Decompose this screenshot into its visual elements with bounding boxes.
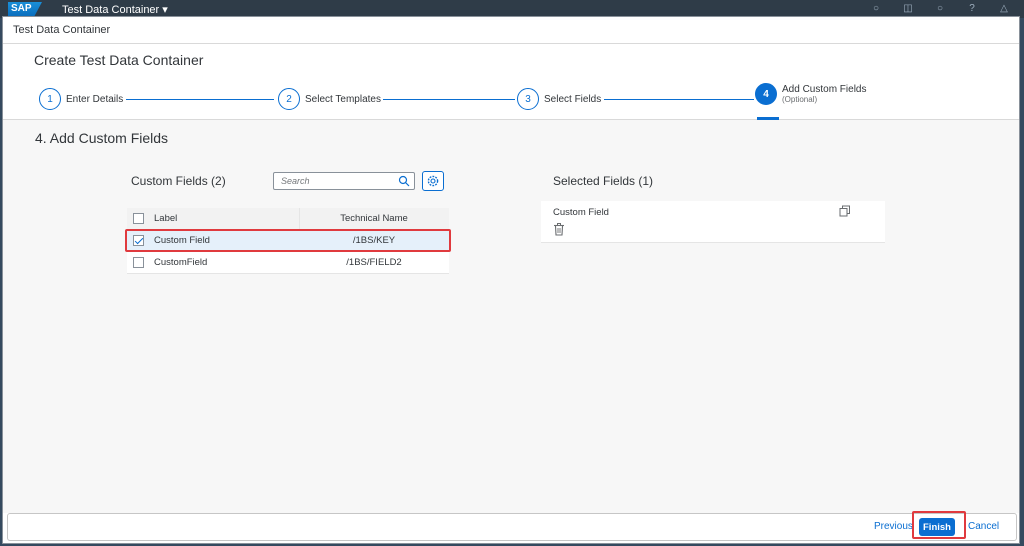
selected-fields-list: Custom Field <box>541 201 885 243</box>
search-input[interactable]: Search <box>273 172 415 190</box>
step-number: 1 <box>39 88 61 110</box>
bell-icon[interactable]: △ <box>998 3 1010 14</box>
cancel-button[interactable]: Cancel <box>968 521 999 532</box>
search-placeholder: Search <box>281 176 310 186</box>
copy-icon[interactable] <box>839 205 851 217</box>
table-header-row: Label Technical Name <box>127 208 449 230</box>
help-icon[interactable]: ○ <box>934 3 946 14</box>
previous-button[interactable]: Previous <box>874 521 913 532</box>
step-label: Select Fields <box>544 93 602 105</box>
row-checkbox[interactable] <box>133 235 144 246</box>
gear-icon <box>427 175 439 187</box>
selected-field-label: Custom Field <box>553 207 609 218</box>
trash-icon[interactable] <box>553 223 565 236</box>
dialog-footer: Previous Finish Cancel <box>7 511 1017 541</box>
custom-fields-table: Label Technical Name Custom Field /1BS/K… <box>125 208 451 274</box>
step-label: Select Templates <box>305 93 381 105</box>
step-sublabel: (Optional) <box>782 95 818 104</box>
row-label: Custom Field <box>154 235 210 246</box>
wizard-progress: 1 Enter Details 2 Select Templates 3 Sel… <box>3 75 1019 120</box>
shell-actions: ○ ◫ ○ ? △ <box>870 3 1010 14</box>
search-icon[interactable]: ○ <box>870 3 882 14</box>
row-technical-name: /1BS/FIELD2 <box>346 257 402 268</box>
table-row[interactable]: Custom Field /1BS/KEY <box>125 229 451 252</box>
selected-fields-title: Selected Fields (1) <box>553 174 654 188</box>
step-label: Enter Details <box>66 93 124 105</box>
step-number: 2 <box>278 88 300 110</box>
copy-icon[interactable]: ◫ <box>902 3 914 14</box>
step-connector <box>126 99 274 100</box>
wizard-step-2[interactable]: 2 Select Templates <box>278 88 381 110</box>
sap-logo: SAP <box>8 2 42 16</box>
step-label-text: Add Custom Fields <box>782 84 867 95</box>
table-row[interactable]: CustomField /1BS/FIELD2 <box>127 252 449 274</box>
column-header-label[interactable]: Label <box>154 213 177 224</box>
question-icon[interactable]: ? <box>966 3 978 14</box>
row-checkbox[interactable] <box>133 257 144 268</box>
step-number: 3 <box>517 88 539 110</box>
wizard-content: 4. Add Custom Fields Custom Fields (2) S… <box>3 120 1019 513</box>
step-connector <box>383 99 515 100</box>
dialog-title: Test Data Container <box>3 17 1019 44</box>
wizard-step-1[interactable]: 1 Enter Details <box>39 88 123 110</box>
custom-fields-toolbar: Custom Fields (2) Search <box>127 168 449 198</box>
wizard-step-4[interactable]: 4 Add Custom Fields (Optional) <box>755 83 866 105</box>
custom-fields-panel: Custom Fields (2) Search Label Technical… <box>125 168 451 274</box>
row-technical-name: /1BS/KEY <box>352 235 396 246</box>
page-title: Create Test Data Container <box>3 44 1019 75</box>
finish-button[interactable]: Finish <box>919 518 955 536</box>
section-title: 4. Add Custom Fields <box>35 130 169 146</box>
step-connector <box>604 99 754 100</box>
row-label: CustomField <box>154 257 208 268</box>
step-label: Add Custom Fields (Optional) <box>782 84 866 104</box>
table-settings-button[interactable] <box>422 171 444 191</box>
step-number: 4 <box>755 83 777 105</box>
search-icon[interactable] <box>398 175 410 187</box>
select-all-checkbox[interactable] <box>133 213 144 224</box>
custom-fields-title: Custom Fields (2) <box>131 174 226 188</box>
create-dialog: Test Data Container Create Test Data Con… <box>2 16 1020 544</box>
column-header-technical-name[interactable]: Technical Name <box>299 213 449 224</box>
wizard-step-3[interactable]: 3 Select Fields <box>517 88 601 110</box>
shell-app-title[interactable]: Test Data Container ▾ <box>62 3 168 16</box>
